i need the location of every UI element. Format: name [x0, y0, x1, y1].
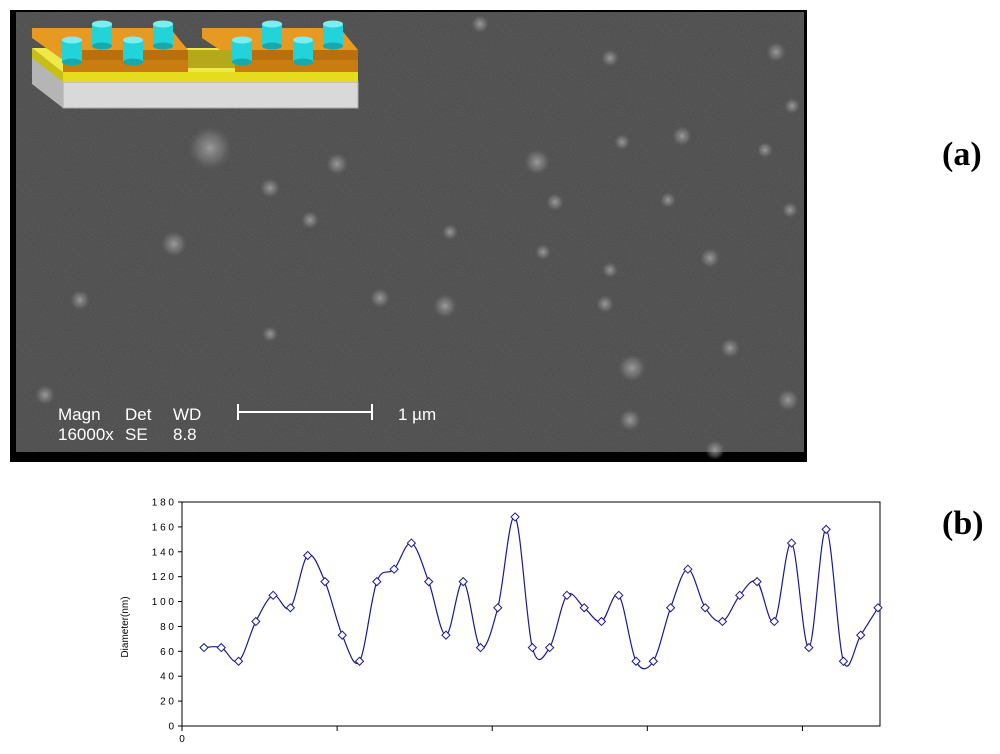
- magn-value: 16000x: [58, 425, 114, 444]
- nanodot: [618, 354, 646, 382]
- sem-micrograph: Magn Det WD 16000x SE 8.8 1 µm: [10, 10, 807, 462]
- nanodot: [188, 126, 232, 170]
- data-point: [337, 630, 347, 640]
- data-point: [838, 656, 849, 666]
- pillar: [232, 36, 252, 66]
- det-label: Det: [125, 405, 152, 424]
- series-line: [203, 516, 879, 670]
- y-tick-label: 1 6 0: [152, 522, 175, 533]
- nanodot: [700, 248, 720, 268]
- data-point: [648, 656, 659, 666]
- nanodot: [757, 142, 773, 158]
- pillar: [153, 20, 173, 50]
- nanodot: [70, 290, 90, 310]
- scale-bar-label: 1 µm: [398, 405, 436, 424]
- nanodot: [301, 211, 319, 229]
- y-tick-label: 1 4 0: [152, 547, 175, 558]
- nanodot: [614, 134, 630, 150]
- y-tick-label: 4 0: [160, 672, 174, 683]
- nanodot: [442, 224, 458, 240]
- data-point: [544, 642, 555, 653]
- pillar: [293, 36, 313, 66]
- chart-svg: Diameter(nm) 0 2 0 4 0 6 0 8 0 1 0 0 1 2 0 1 4 …: [120, 498, 883, 745]
- nanodot: [672, 126, 692, 146]
- y-tick-label: 6 0: [160, 647, 174, 658]
- nanodot: [766, 42, 786, 62]
- y-axis-title: Diameter(nm): [120, 596, 131, 657]
- data-point: [372, 576, 382, 587]
- magn-label: Magn: [58, 405, 101, 424]
- det-value: SE: [125, 425, 148, 444]
- chart-axes: [181, 501, 881, 727]
- diameter-chart: Diameter(nm) 0 2 0 4 0 6 0 8 0 1 0 0 1 2 0 1 4 …: [110, 492, 1000, 749]
- nanodot: [619, 409, 641, 431]
- nanodot: [524, 149, 550, 175]
- data-point: [389, 564, 399, 574]
- pillar: [62, 36, 82, 66]
- y-tick-label: 0: [168, 722, 174, 733]
- data-point: [285, 603, 296, 613]
- pillar: [123, 36, 143, 66]
- nanodot: [720, 338, 740, 358]
- data-point: [423, 576, 434, 587]
- wd-value: 8.8: [173, 425, 197, 444]
- panel-label-a: (a): [942, 136, 982, 173]
- nanodot: [601, 49, 619, 67]
- nanodot: [596, 295, 614, 313]
- data-point: [320, 576, 330, 587]
- y-tick-label: 2 0: [160, 697, 174, 708]
- pillar: [92, 20, 112, 50]
- nanodot: [370, 288, 390, 308]
- data-point: [665, 603, 676, 613]
- nanodot: [705, 440, 725, 460]
- data-point: [251, 616, 261, 627]
- y-tick-label: 1 0 0: [152, 597, 175, 608]
- data-point: [614, 590, 624, 601]
- y-tick-label: 8 0: [160, 622, 174, 633]
- data-point: [354, 656, 365, 666]
- y-ticks: 0 2 0 4 0 6 0 8 0 1 0 0 1 2 0 1 4 0 1 6 0 1 8 0: [152, 498, 182, 733]
- pillar: [323, 20, 343, 50]
- nanodot: [660, 192, 676, 208]
- data-point: [769, 616, 780, 627]
- y-tick-label: 1 8 0: [152, 498, 175, 509]
- x-ticks: 0: [179, 726, 803, 745]
- data-point: [562, 590, 572, 601]
- data-point: [493, 603, 503, 613]
- pillar: [262, 20, 282, 50]
- data-point: [475, 642, 486, 653]
- series-markers: [199, 512, 883, 666]
- x-tick-label: 0: [179, 734, 185, 745]
- data-point: [700, 603, 710, 613]
- data-point: [631, 656, 641, 666]
- sem-image: Magn Det WD 16000x SE 8.8 1 µm: [16, 12, 804, 460]
- nanodot: [35, 385, 55, 405]
- nanodot: [326, 153, 348, 175]
- nanodot: [161, 231, 187, 257]
- data-point: [873, 603, 883, 613]
- y-tick-label: 1 2 0: [152, 572, 175, 583]
- data-point: [199, 642, 209, 653]
- data-point: [856, 630, 866, 640]
- nanodot: [262, 326, 278, 342]
- nanodot: [535, 244, 551, 260]
- plot-frame: [181, 501, 881, 727]
- nanodot: [782, 202, 798, 218]
- nanodot: [546, 193, 564, 211]
- data-point: [752, 576, 762, 587]
- wd-label: WD: [173, 405, 201, 424]
- data-point: [821, 524, 831, 535]
- data-point: [302, 550, 313, 561]
- data-point: [804, 642, 814, 653]
- nanodot: [260, 178, 280, 198]
- nanodot: [784, 98, 800, 114]
- nanodot: [602, 262, 618, 278]
- nanodot: [433, 294, 457, 318]
- data-point: [527, 642, 538, 653]
- nanodot: [777, 389, 799, 411]
- nanodot: [471, 15, 489, 33]
